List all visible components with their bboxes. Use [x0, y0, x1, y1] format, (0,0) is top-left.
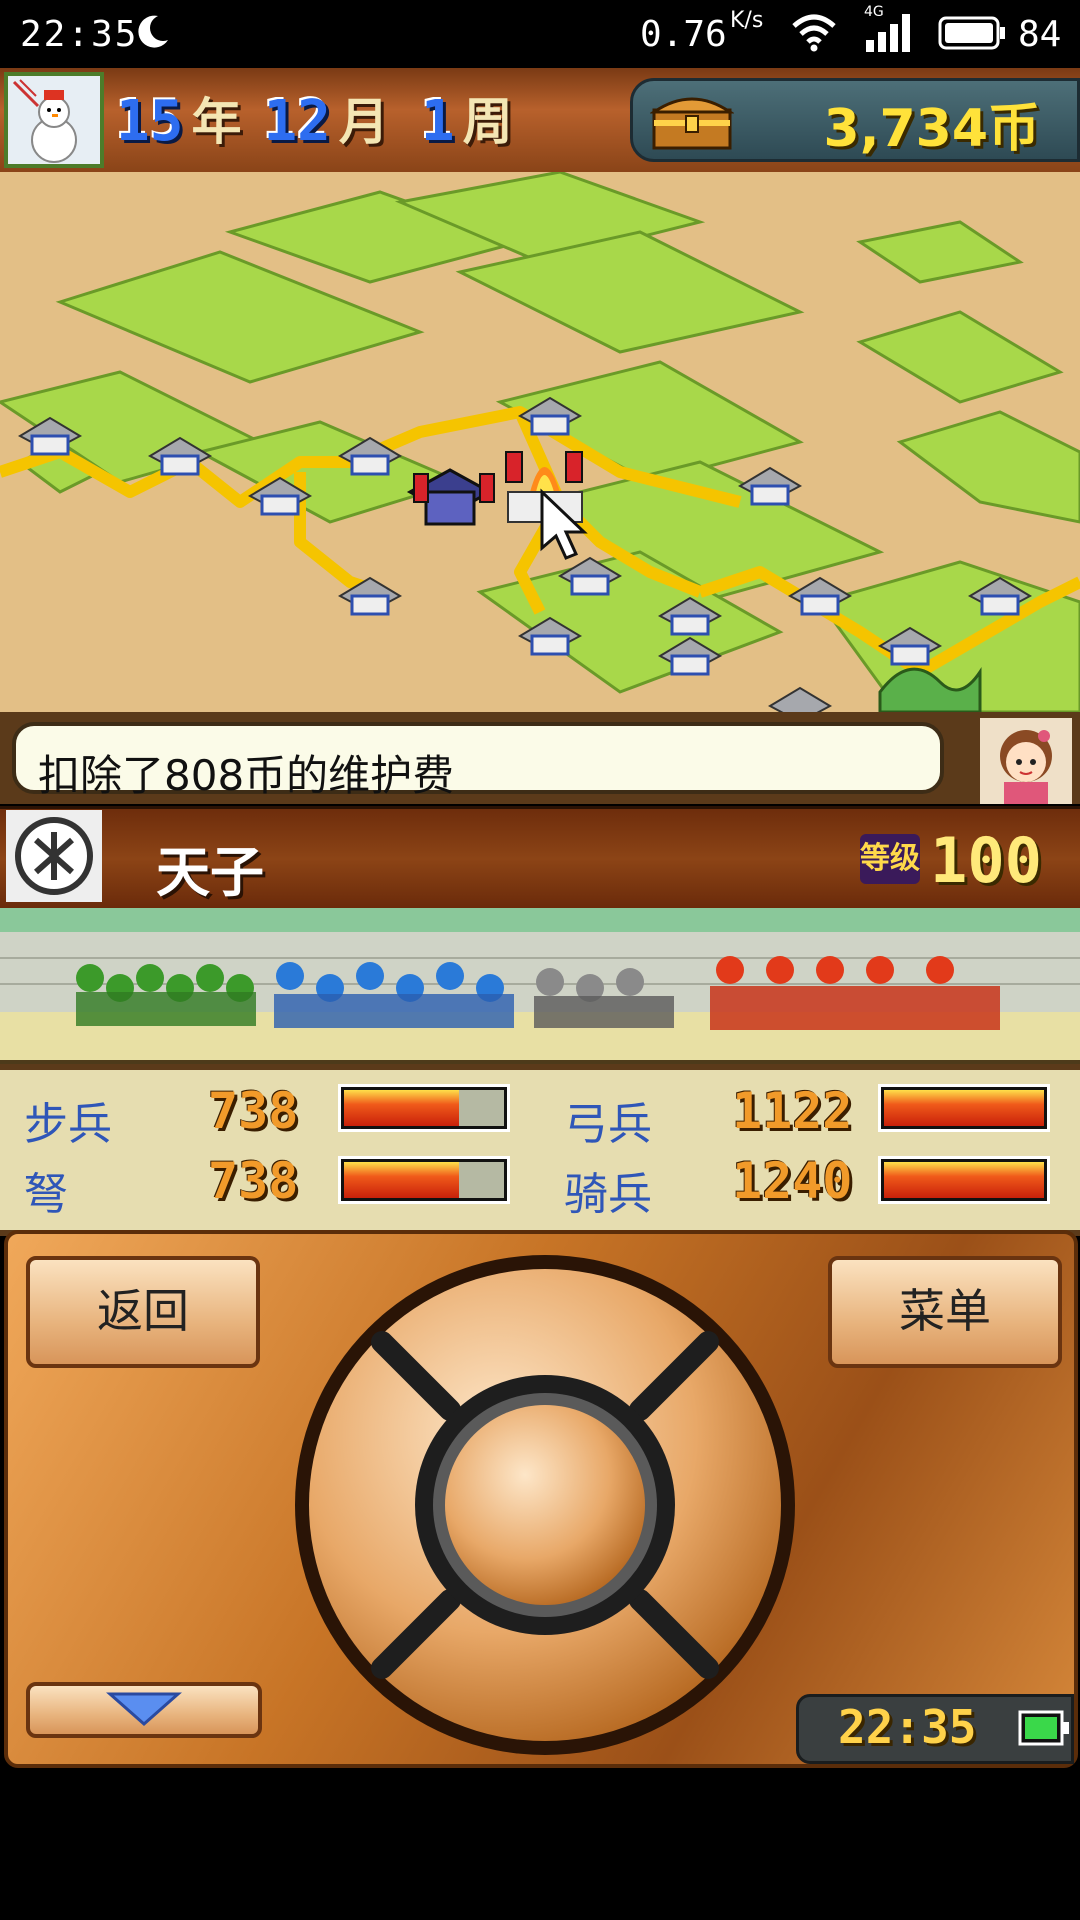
level-label: 等级 [860, 834, 920, 884]
month-value: 12 [263, 89, 331, 154]
game-date: 15 年 12 月 1 周 [116, 84, 513, 154]
year-value: 15 [116, 89, 184, 154]
stat-archer-value: 1122 [732, 1082, 853, 1140]
back-button[interactable]: 返回 [26, 1256, 260, 1368]
system-status-bar: 22:35 0.76 K/s 4G 84 [0, 0, 1080, 68]
snowman-icon [8, 76, 100, 164]
expand-button[interactable] [26, 1682, 262, 1738]
game-clock: 22:35 [838, 1700, 977, 1754]
network-speed: 0.76 [640, 14, 727, 55]
stat-archer-bar [878, 1084, 1050, 1132]
battery-icon [938, 16, 1005, 50]
stat-crossbow-value: 738 [208, 1152, 299, 1210]
money-amount: 3,734币 [823, 99, 1040, 159]
triangle-down-icon [106, 1692, 182, 1727]
network-speed-unit: K/s [730, 8, 764, 33]
stat-crossbow-label: 弩 [24, 1169, 68, 1220]
player-name: 天子 [156, 841, 264, 904]
moon-icon [138, 15, 168, 48]
status-time: 22:35 [20, 14, 139, 55]
battery-level: 84 [1018, 14, 1062, 55]
menu-button[interactable]: 菜单 [828, 1256, 1062, 1368]
treasure-chest-icon [650, 97, 734, 150]
dpad[interactable] [290, 1250, 800, 1760]
stat-infantry-bar [338, 1084, 510, 1132]
month-unit: 月 [338, 93, 389, 151]
stat-archer-label: 弓兵 [564, 1099, 652, 1150]
stat-cavalry-value: 1240 [732, 1152, 853, 1210]
message-text: 扣除了808币的维护费 [38, 751, 455, 800]
year-unit: 年 [191, 93, 242, 151]
stat-crossbow-bar [338, 1156, 510, 1204]
world-map[interactable] [0, 172, 1080, 712]
wifi-icon [792, 14, 836, 52]
emblem-icon [6, 810, 102, 902]
signal-icon [866, 14, 910, 52]
season-avatar [4, 72, 104, 168]
clan-emblem [6, 810, 102, 902]
stat-cavalry-label: 骑兵 [564, 1169, 652, 1220]
week-unit: 周 [462, 93, 513, 151]
army-display [0, 908, 1080, 1064]
stat-cavalry-bar [878, 1156, 1050, 1204]
army-canvas [0, 908, 1080, 1060]
advisor-portrait-icon [980, 718, 1072, 804]
stat-infantry-label: 步兵 [24, 1099, 112, 1150]
week-value: 1 [420, 89, 455, 154]
map-canvas [0, 172, 1080, 712]
stat-infantry-value: 738 [208, 1082, 299, 1140]
level-value: 100 [930, 824, 1042, 897]
battery-icon [1018, 1710, 1069, 1746]
